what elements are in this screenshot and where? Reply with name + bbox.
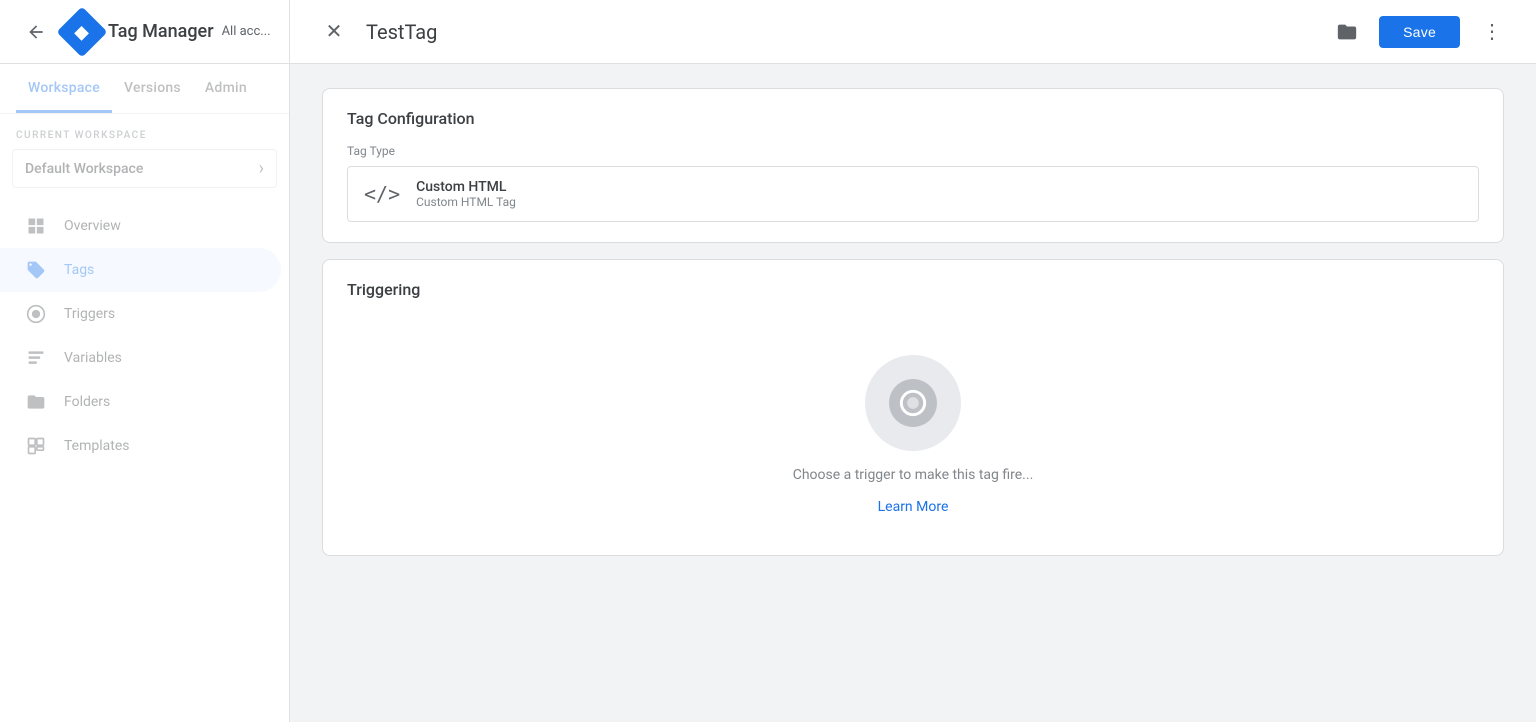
triggering-header: Triggering [323, 260, 1503, 315]
back-button[interactable] [16, 12, 56, 52]
more-options-button[interactable]: ⋮ [1472, 12, 1512, 52]
tag-type-selector[interactable]: </> Custom HTML Custom HTML Tag [347, 166, 1479, 222]
tag-type-name: Custom HTML [416, 179, 516, 195]
templates-label: Templates [64, 438, 130, 454]
tab-workspace[interactable]: Workspace [16, 64, 112, 113]
sidebar-item-templates[interactable]: Templates [0, 424, 289, 468]
nav-tabs: Workspace Versions Admin [0, 64, 289, 114]
overview-icon [24, 214, 48, 238]
tag-configuration-card: Tag Configuration Tag Type </> Custom HT… [322, 88, 1504, 243]
sidebar-item-variables[interactable]: Variables [0, 336, 289, 380]
sidebar-item-folders[interactable]: Folders [0, 380, 289, 424]
folders-label: Folders [64, 394, 110, 410]
panel-title: TestTag [366, 20, 1315, 44]
logo-icon: ◆ [57, 6, 108, 57]
trigger-empty-icon-circle [865, 355, 961, 451]
sidebar-item-overview[interactable]: Overview [0, 204, 289, 248]
triggers-label: Triggers [64, 306, 115, 322]
folders-icon [24, 390, 48, 414]
account-info: All acc... [222, 24, 271, 39]
sidebar-item-tags[interactable]: Tags [0, 248, 281, 292]
panel-close-button[interactable]: ✕ [314, 12, 354, 52]
code-icon: </> [364, 182, 400, 206]
save-button[interactable]: Save [1379, 16, 1460, 48]
overview-label: Overview [64, 218, 121, 234]
learn-more-link[interactable]: Learn More [878, 499, 949, 515]
tag-type-description: Custom HTML Tag [416, 195, 516, 209]
tag-type-label: Tag Type [347, 144, 1479, 158]
chevron-right-icon: › [259, 158, 264, 179]
triggers-icon [24, 302, 48, 326]
triggering-empty-text: Choose a trigger to make this tag fire..… [793, 467, 1034, 483]
variables-icon [24, 346, 48, 370]
tags-label: Tags [64, 262, 94, 278]
variables-label: Variables [64, 350, 122, 366]
tab-versions[interactable]: Versions [112, 64, 193, 113]
templates-icon [24, 434, 48, 458]
triggering-card: Triggering Choose a trigger to make this… [322, 259, 1504, 556]
tags-icon [24, 258, 48, 282]
tag-configuration-header: Tag Configuration [323, 89, 1503, 144]
sidebar-nav: Overview Tags Triggers Var [0, 196, 289, 722]
app-title: Tag Manager [108, 21, 214, 42]
workspace-name: Default Workspace [25, 161, 143, 177]
folder-button[interactable] [1327, 12, 1367, 52]
trigger-empty-icon-inner [889, 379, 937, 427]
current-workspace-label: CURRENT WORKSPACE [12, 130, 277, 141]
workspace-selector[interactable]: Default Workspace › [12, 149, 277, 188]
sidebar-item-triggers[interactable]: Triggers [0, 292, 289, 336]
tab-admin[interactable]: Admin [193, 64, 259, 113]
triggering-empty-state: Choose a trigger to make this tag fire..… [323, 315, 1503, 555]
